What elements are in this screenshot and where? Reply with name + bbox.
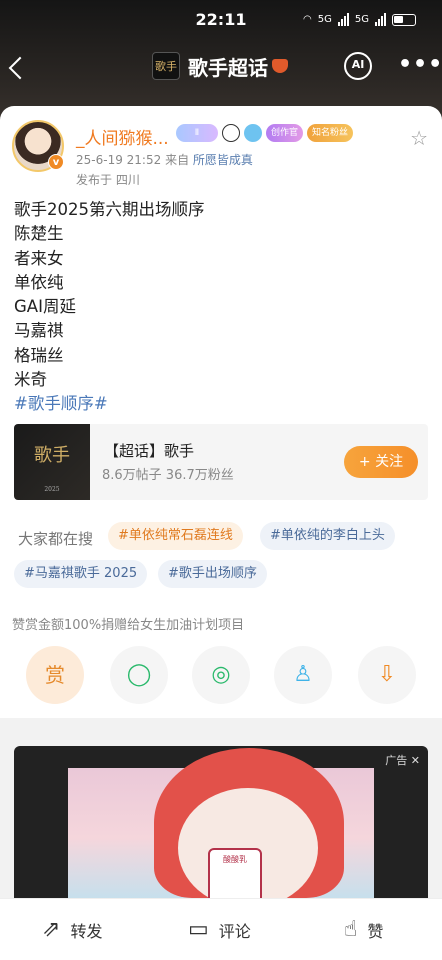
like-button[interactable]: ☝ 赞 (344, 917, 383, 942)
wifi-icon: ◠ (303, 14, 312, 25)
battery-icon (392, 13, 416, 26)
panda-badge-icon[interactable] (222, 124, 240, 142)
post-line: GAI周延 (14, 297, 76, 317)
fish-badge-icon[interactable] (244, 124, 262, 142)
ad-illustration: 酸酸乳 (68, 748, 374, 898)
ad-banner[interactable]: 酸酸乳 广告 ✕ (14, 746, 428, 898)
post-hashtag[interactable]: #歌手顺序# (14, 392, 205, 416)
search-chip[interactable]: #单依纯常石磊连线 (108, 522, 243, 550)
qq-share-icon[interactable]: ♙ (274, 646, 332, 704)
post-meta: 25-6-19 21:52 来自 所愿皆成真 (76, 151, 253, 168)
repost-button[interactable]: ⇗ 转发 (42, 917, 102, 942)
ai-search-button[interactable]: AI (344, 52, 372, 80)
network-1-label: 5G (317, 14, 332, 25)
search-chip[interactable]: #单依纯的李白上头 (260, 522, 395, 550)
topic-thumb-text: 歌手 (34, 445, 70, 466)
signal-1-icon (337, 13, 349, 26)
search-chip[interactable]: #歌手出场顺序 (158, 560, 267, 588)
topic-thumb-sub: 2025 (44, 486, 60, 493)
repost-icon: ⇗ (42, 917, 61, 942)
topic-name: 【超话】歌手 (104, 442, 195, 460)
bottom-action-bar: ⇗ 转发 ▭ 评论 ☝ 赞 (0, 898, 442, 960)
thumbs-up-icon: ☝ (344, 917, 358, 942)
follow-topic-button[interactable]: + 关注 (344, 446, 418, 478)
post-line: 单依纯 (14, 272, 64, 292)
save-image-icon[interactable]: ⇩ (358, 646, 416, 704)
star-icon[interactable]: ☆ (410, 126, 428, 150)
post-line: 陈楚生 (14, 224, 64, 244)
post-line: 米奇 (14, 370, 47, 390)
page-title[interactable]: 歌手超话 (188, 52, 268, 81)
creator-badge[interactable]: 创作官 (266, 124, 304, 142)
comment-label: 评论 (218, 921, 251, 941)
topic-card[interactable]: 歌手 2025 【超话】歌手 8.6万帖子 36.7万粉丝 + 关注 (14, 424, 428, 500)
post-body: 歌手2025第六期出场顺序 陈楚生 者来女 单依纯 GAI周延 马嘉祺 格瑞丝 … (14, 198, 205, 417)
post-line: 马嘉祺 (14, 321, 64, 341)
moments-share-icon[interactable]: ◎ (192, 646, 250, 704)
wechat-share-icon[interactable]: ◯ (110, 646, 168, 704)
level-badge[interactable]: Ⅱ (176, 124, 218, 142)
repost-label: 转发 (70, 921, 103, 941)
source-prefix: 来自 (165, 153, 190, 167)
trending-search-label: 大家都在搜 (18, 530, 94, 548)
verified-badge-icon: v (48, 154, 64, 170)
post-line: 者来女 (14, 248, 64, 268)
fan-badge[interactable]: 知名粉丝 (307, 124, 354, 142)
post-date: 25-6-19 21:52 (76, 153, 162, 167)
post-line: 歌手2025第六期出场顺序 (14, 200, 205, 219)
more-icon[interactable]: ••• (398, 52, 442, 77)
like-label: 赞 (367, 921, 384, 941)
comment-button[interactable]: ▭ 评论 (188, 917, 251, 942)
comment-icon: ▭ (188, 917, 209, 942)
network-2-label: 5G (354, 14, 369, 25)
back-icon[interactable] (8, 56, 32, 80)
post-location: 发布于 四川 (76, 173, 140, 187)
signal-2-icon (375, 13, 386, 26)
topic-logo[interactable]: 歌手 (152, 52, 180, 80)
username[interactable]: _人间猕猴... (76, 124, 169, 149)
status-bar: 22:11 ◠ 5G 5G (0, 10, 442, 34)
topic-thumbnail: 歌手 2025 (14, 424, 90, 500)
user-badges: Ⅱ 创作官 知名粉丝 (176, 124, 354, 142)
ad-product: 酸酸乳 (208, 848, 262, 898)
topic-stats: 8.6万帖子 36.7万粉丝 (102, 468, 234, 483)
post-source[interactable]: 所愿皆成真 (193, 153, 253, 167)
post-card: v _人间猕猴... Ⅱ 创作官 知名粉丝 ☆ 25-6-19 21:52 来自… (0, 106, 442, 718)
reward-button[interactable]: 赏 (26, 646, 84, 704)
status-icons: ◠ 5G 5G (303, 13, 416, 26)
ad-close-label[interactable]: 广告 ✕ (385, 752, 420, 768)
post-line: 格瑞丝 (14, 345, 64, 365)
share-row: 赏 ◯ ◎ ♙ ⇩ (0, 646, 442, 706)
nav-bar: 歌手 歌手超话 AI ••• (0, 44, 442, 88)
search-chip[interactable]: #马嘉祺歌手 2025 (14, 560, 148, 588)
super-topic-badge-icon (272, 59, 288, 73)
donation-note: 赞赏金额100%捐赠给女生加油计划项目 (12, 618, 245, 633)
